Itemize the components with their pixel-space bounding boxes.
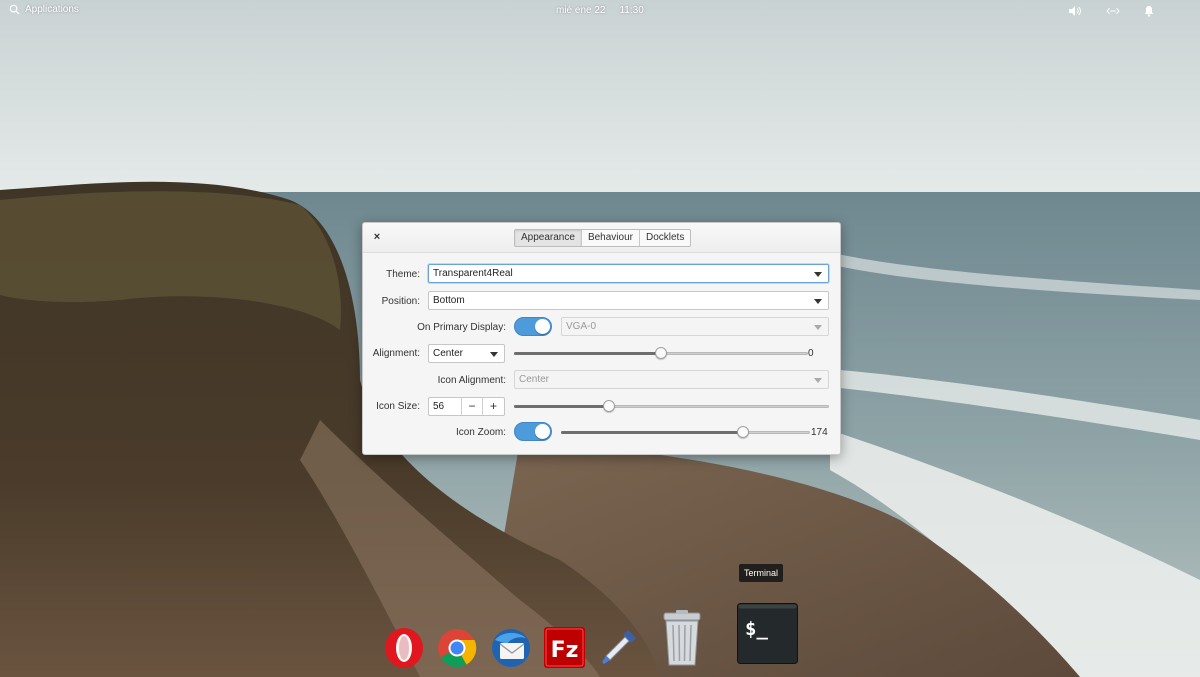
position-label: Position:: [381, 296, 420, 307]
time-label: 11:30: [619, 5, 644, 16]
search-icon: [9, 4, 20, 15]
dock-preferences-dialog: × Appearance Behaviour Docklets: [362, 222, 841, 455]
position-select[interactable]: Bottom: [428, 291, 829, 310]
primary-display-label: On Primary Display:: [417, 322, 506, 333]
monitor-select: VGA-0: [561, 317, 829, 336]
icon-size-stepper[interactable]: 56 − +: [428, 397, 505, 416]
date-label: mié ene 22: [556, 5, 606, 16]
filezilla-icon[interactable]: Fz: [543, 626, 586, 669]
terminal-tooltip: Terminal: [739, 564, 784, 582]
theme-value: Transparent4Real: [433, 268, 513, 279]
datetime-indicator[interactable]: mié ene 22 11:30: [556, 5, 644, 16]
icon-alignment-select: Center: [514, 370, 829, 389]
position-value: Bottom: [433, 295, 465, 306]
applications-menu-button[interactable]: Applications: [9, 4, 79, 15]
alignment-select[interactable]: Center: [428, 344, 505, 363]
chevron-down-icon: [814, 325, 822, 330]
top-panel: Applications mié ene 22 11:30: [0, 0, 1200, 22]
theme-select[interactable]: Transparent4Real: [428, 264, 829, 283]
chevron-down-icon: [814, 299, 822, 304]
alignment-value: Center: [433, 348, 464, 359]
offset-slider[interactable]: [514, 347, 808, 359]
dialog-titlebar[interactable]: × Appearance Behaviour Docklets: [363, 223, 840, 253]
tab-behaviour[interactable]: Behaviour: [582, 230, 640, 246]
slider-fill: [514, 405, 609, 408]
icon-zoom-slider[interactable]: [561, 426, 810, 438]
icon-alignment-label: Icon Alignment:: [437, 375, 506, 386]
chevron-down-icon: [814, 272, 822, 277]
network-icon: [1106, 8, 1120, 14]
icon-alignment-value: Center: [519, 374, 550, 385]
slider-handle[interactable]: [655, 347, 667, 359]
terminal-glyph: $_: [745, 618, 768, 640]
decrement-button[interactable]: −: [462, 398, 483, 415]
opera-icon[interactable]: [383, 627, 425, 669]
slider-handle[interactable]: [602, 400, 615, 412]
theme-label: Theme:: [386, 269, 420, 280]
icon-zoom-value: 174: [811, 427, 828, 438]
chrome-icon[interactable]: [436, 627, 478, 669]
applications-label: Applications: [25, 4, 79, 15]
notifications-icon: [1144, 6, 1154, 17]
icon-zoom-switch[interactable]: [514, 422, 552, 441]
preferences-tabs: Appearance Behaviour Docklets: [514, 229, 692, 247]
icon-zoom-label: Icon Zoom:: [455, 427, 506, 438]
color-picker-icon[interactable]: [598, 626, 640, 668]
icon-size-label: Icon Size:: [376, 401, 420, 412]
notifications-indicator[interactable]: [1141, 4, 1157, 18]
chevron-down-icon: [490, 352, 498, 357]
tab-docklets[interactable]: Docklets: [640, 230, 690, 246]
icon-size-slider[interactable]: [514, 400, 829, 412]
filezilla-glyph: Fz: [551, 638, 579, 663]
trash-icon[interactable]: [659, 610, 705, 667]
sound-icon: [1069, 6, 1081, 16]
slider-fill: [514, 352, 661, 355]
close-button[interactable]: ×: [371, 231, 383, 243]
network-indicator[interactable]: [1105, 4, 1121, 18]
icon-size-input[interactable]: 56: [429, 398, 462, 415]
thunderbird-icon[interactable]: [489, 626, 533, 670]
increment-button[interactable]: +: [483, 398, 504, 415]
slider-fill: [561, 431, 743, 434]
chevron-down-icon: [814, 378, 822, 383]
primary-display-switch[interactable]: [514, 317, 552, 336]
switch-knob: [535, 319, 550, 334]
terminal-icon[interactable]: $_: [737, 603, 798, 664]
monitor-value: VGA-0: [566, 321, 597, 332]
offset-value: 0: [808, 348, 814, 359]
alignment-label: Alignment:: [372, 348, 420, 359]
slider-handle[interactable]: [736, 426, 749, 438]
tab-appearance[interactable]: Appearance: [515, 230, 582, 246]
sound-indicator[interactable]: [1067, 4, 1083, 18]
switch-knob: [535, 424, 550, 439]
